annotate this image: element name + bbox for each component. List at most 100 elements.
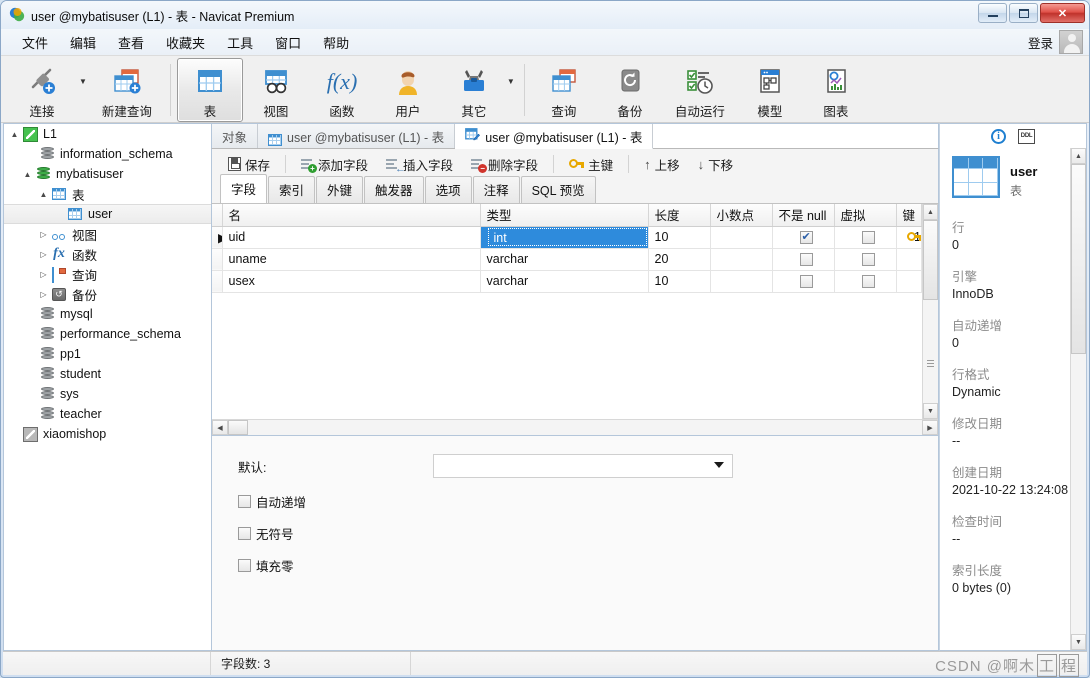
scroll-thumb[interactable]: [923, 220, 938, 300]
ribbon-function-button[interactable]: f(x) 函数: [309, 58, 375, 122]
menu-item-view[interactable]: 查看: [107, 30, 155, 55]
column-header-key[interactable]: 键: [896, 204, 922, 227]
tab-options[interactable]: 选项: [424, 176, 472, 203]
cell-editor-value[interactable]: int: [487, 228, 647, 246]
menu-item-window[interactable]: 窗口: [264, 30, 312, 55]
ddl-icon[interactable]: DDL: [1018, 128, 1035, 144]
tab-table-data[interactable]: user @mybatisuser (L1) - 表: [258, 124, 456, 148]
tab-table-design[interactable]: user @mybatisuser (L1) - 表: [455, 124, 654, 149]
tree-item-functions[interactable]: ▷ fx 函数: [4, 244, 211, 264]
column-header-not-null[interactable]: 不是 null: [772, 204, 835, 227]
cell-field-key[interactable]: [896, 248, 922, 271]
cell-field-type[interactable]: varchar: [480, 270, 649, 293]
scroll-down-button[interactable]: ▼: [1071, 634, 1086, 650]
cell-field-name[interactable]: uname: [222, 248, 481, 271]
tab-sql-preview[interactable]: SQL 预览: [520, 176, 596, 203]
expander-icon[interactable]: ▷: [37, 270, 50, 279]
ribbon-new-query-button[interactable]: 新建查询: [90, 58, 164, 122]
auto-increment-row[interactable]: 自动递增: [238, 492, 938, 511]
expander-icon[interactable]: ▲: [37, 190, 50, 199]
cell-field-name[interactable]: usex: [222, 270, 481, 293]
info-icon[interactable]: i: [991, 128, 1006, 144]
scroll-right-button[interactable]: ▶: [922, 420, 938, 435]
move-up-button[interactable]: ↑ 上移: [636, 151, 688, 178]
ribbon-model-button[interactable]: 模型: [737, 58, 803, 122]
tree-item-sys[interactable]: sys: [4, 384, 211, 404]
login-label[interactable]: 登录: [1028, 33, 1053, 52]
cell-field-virtual[interactable]: [834, 226, 897, 249]
column-header-type[interactable]: 类型: [480, 204, 649, 227]
menu-item-file[interactable]: 文件: [11, 30, 59, 55]
unsigned-row[interactable]: 无符号: [238, 524, 938, 543]
grid-vertical-scrollbar[interactable]: ▲ ▼: [922, 204, 938, 419]
connection-dropdown-caret-icon[interactable]: ▼: [79, 58, 90, 122]
tree-item-xiaomishop[interactable]: xiaomishop: [4, 424, 211, 444]
avatar[interactable]: [1059, 30, 1083, 54]
cell-field-name[interactable]: uid: [222, 226, 481, 249]
cell-field-not-null[interactable]: [772, 248, 835, 271]
tree-item-teacher[interactable]: teacher: [4, 404, 211, 424]
ribbon-user-button[interactable]: 用户: [375, 58, 441, 122]
table-row[interactable]: ▶ uid int 10: [212, 226, 922, 249]
default-value-combobox[interactable]: [433, 454, 733, 478]
ribbon-query-button[interactable]: 查询: [531, 58, 597, 122]
tab-foreign-keys[interactable]: 外键: [316, 176, 364, 203]
hscroll-track[interactable]: [248, 420, 922, 435]
tab-fields[interactable]: 字段: [220, 174, 268, 203]
close-button[interactable]: ✕: [1040, 3, 1085, 23]
ribbon-other-button[interactable]: 其它: [441, 58, 507, 122]
tree-item-views[interactable]: ▷ 视图: [4, 224, 211, 244]
zerofill-row[interactable]: 填充零: [238, 556, 938, 575]
cell-field-length[interactable]: 10: [648, 270, 711, 293]
expander-icon[interactable]: ▲: [8, 130, 21, 139]
tree-item-queries[interactable]: ▷ 查询: [4, 264, 211, 284]
expander-icon[interactable]: ▷: [37, 290, 50, 299]
hscroll-thumb[interactable]: [228, 420, 248, 435]
grid-horizontal-scrollbar[interactable]: ◀ ▶: [212, 419, 938, 435]
scroll-left-button[interactable]: ◀: [212, 420, 228, 435]
expander-icon[interactable]: ▷: [37, 230, 50, 239]
column-header-name[interactable]: 名: [222, 204, 481, 227]
tree-item-l1[interactable]: ▲ L1: [4, 124, 211, 144]
login-area[interactable]: 登录: [1028, 30, 1083, 54]
virtual-checkbox[interactable]: [861, 231, 875, 245]
ribbon-connection-button[interactable]: 连接: [5, 58, 79, 122]
object-tree-pane[interactable]: ▲ L1 information_schema ▲ mybatisuser ▲ …: [3, 123, 211, 651]
ribbon-backup-button[interactable]: 备份: [597, 58, 663, 122]
cell-field-decimals[interactable]: [710, 248, 773, 271]
cell-field-length[interactable]: 20: [648, 248, 711, 271]
column-header-decimals[interactable]: 小数点: [710, 204, 773, 227]
cell-field-type[interactable]: varchar: [480, 248, 649, 271]
auto-increment-checkbox[interactable]: [238, 495, 251, 508]
move-down-button[interactable]: ↓ 下移: [690, 151, 742, 178]
chevron-down-icon[interactable]: [714, 462, 724, 468]
cell-field-key[interactable]: [896, 270, 922, 293]
cell-field-not-null[interactable]: [772, 226, 835, 249]
tree-item-mybatisuser[interactable]: ▲ mybatisuser: [4, 164, 211, 184]
tree-item-user[interactable]: user: [4, 204, 211, 224]
tab-objects[interactable]: 对象: [212, 124, 259, 148]
tab-comment[interactable]: 注释: [472, 176, 520, 203]
not-null-checkbox[interactable]: [799, 253, 813, 267]
virtual-checkbox[interactable]: [861, 275, 875, 289]
cell-field-virtual[interactable]: [834, 270, 897, 293]
menu-item-help[interactable]: 帮助: [312, 30, 360, 55]
tree-item-pp1[interactable]: pp1: [4, 344, 211, 364]
cell-field-virtual[interactable]: [834, 248, 897, 271]
cell-field-not-null[interactable]: [772, 270, 835, 293]
tree-item-tables[interactable]: ▲ 表: [4, 184, 211, 204]
cell-field-type[interactable]: int: [480, 226, 649, 249]
fields-grid[interactable]: 名 类型 长度 小数点 不是 null 虚拟 键 uid int 10 ✔ un…: [212, 204, 922, 419]
tree-item-student[interactable]: student: [4, 364, 211, 384]
cell-field-key[interactable]: 1: [896, 226, 922, 249]
menu-item-favorites[interactable]: 收藏夹: [155, 30, 216, 55]
scroll-track[interactable]: [1071, 354, 1086, 634]
tab-triggers[interactable]: 触发器: [364, 176, 424, 203]
tab-indexes[interactable]: 索引: [268, 176, 316, 203]
cell-field-decimals[interactable]: [710, 270, 773, 293]
ribbon-table-button[interactable]: 表: [176, 58, 243, 122]
table-row[interactable]: usex varchar 10: [212, 270, 922, 293]
unsigned-checkbox[interactable]: [238, 527, 251, 540]
ribbon-view-button[interactable]: 视图: [243, 58, 309, 122]
scroll-track[interactable]: [923, 300, 938, 403]
